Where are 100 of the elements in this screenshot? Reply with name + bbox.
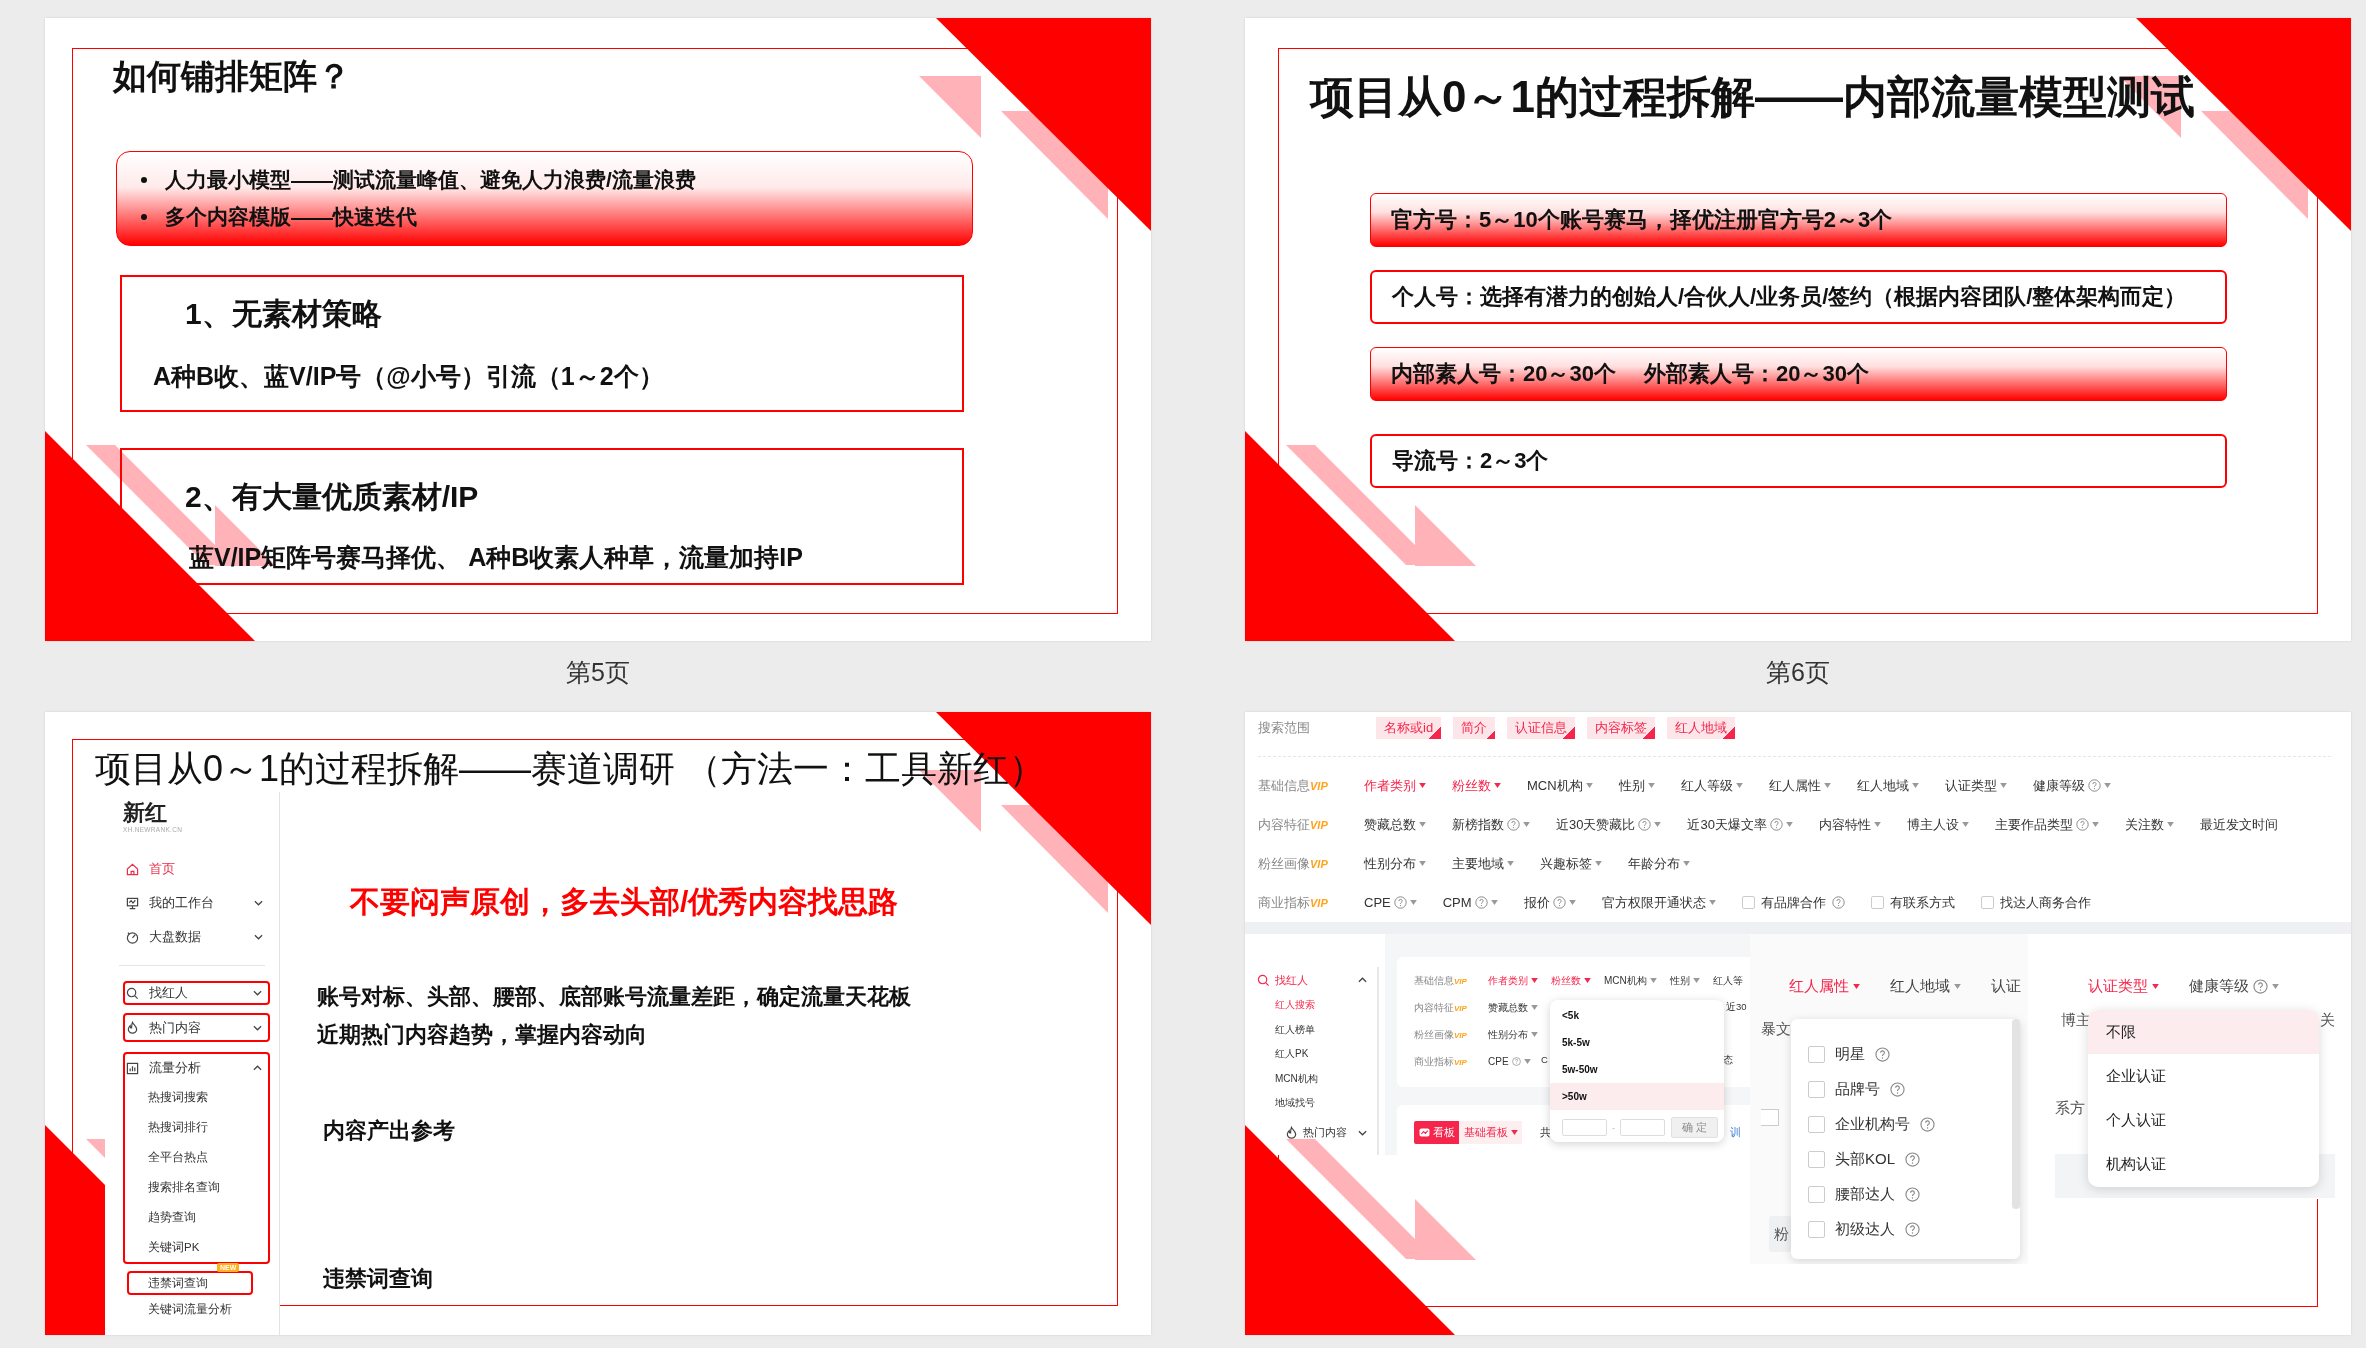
sidebar-subitem[interactable]: 红人榜单 [1245, 1017, 1377, 1042]
filter-dropdown[interactable]: 兴趣标签 [1540, 854, 1602, 873]
help-icon [1393, 896, 1407, 909]
filter-dropdown[interactable]: 红人属性 [1789, 976, 1860, 996]
filter-dropdown[interactable]: 关注数 [2124, 815, 2174, 834]
filter-dropdown[interactable]: 粉丝数 [1551, 973, 1591, 988]
filter-dropdown[interactable]: 红人等 [1712, 973, 1743, 988]
filter-dropdown[interactable]: 官方权限开通状态 [1601, 893, 1716, 912]
input-field[interactable] [1761, 1109, 1779, 1126]
view-dropdown[interactable]: 基础看板 [1459, 1121, 1522, 1144]
filter-dropdown[interactable]: MCN机构 [1527, 776, 1593, 795]
sidebar-subitem[interactable]: 违禁词查询 [127, 1271, 253, 1295]
slide-thumbnail[interactable]: 如何铺排矩阵？ 人力最小模型——测试流量峰值、避免人力浪费/流量浪费 多个内容模版——快速迭代 1、无素材策略 A种B收、蓝V/IP号（@小号）引流（1～2个） 2、有大量优质素材/IP 蓝V/IP矩阵号赛马择优、 A种B收素人种草，流量加持IP [45, 18, 1151, 641]
filter-dropdown[interactable]: 认证类型 [2088, 976, 2159, 996]
sidebar-subitem[interactable]: 地域找号 [1245, 1091, 1377, 1116]
filter-dropdown[interactable]: 性别分布 [1364, 854, 1426, 873]
filter-dropdown[interactable]: 性别分布 [1488, 1027, 1538, 1042]
sidebar-subitem[interactable]: 红人PK [1245, 1042, 1377, 1067]
checkbox[interactable] [1808, 1186, 1825, 1203]
filter-dropdown[interactable]: 认证类型 [1944, 776, 2007, 795]
filter-dropdown[interactable]: 博主人设 [1906, 815, 1969, 834]
checkbox-option[interactable]: 有联系方式 [1870, 893, 1955, 912]
filter-dropdown[interactable]: 红人属性 [1768, 776, 1831, 795]
filter-dropdown[interactable]: 近30天爆文率 [1687, 815, 1793, 834]
checkbox[interactable] [1808, 1081, 1825, 1098]
link[interactable]: 训 [1730, 1125, 1741, 1140]
home-icon [126, 862, 139, 876]
sidebar-subitem[interactable]: 趋势查询 [125, 1202, 268, 1232]
checkbox[interactable] [1808, 1221, 1825, 1238]
sidebar-subitem[interactable]: 搜索排名查询 [125, 1172, 268, 1202]
filter-dropdown[interactable]: 新榜指数 [1452, 815, 1530, 834]
checkbox[interactable] [1808, 1116, 1825, 1133]
caret-icon [2272, 983, 2279, 989]
filter-dropdown[interactable]: 性别 [1669, 973, 1700, 988]
sidebar-item[interactable]: 大盘数据 [105, 920, 279, 954]
filter-dropdown[interactable]: 主要作品类型 [1994, 815, 2099, 834]
filter-dropdown[interactable]: 粉丝数 [1452, 776, 1501, 795]
filter-dropdown[interactable]: 健康等级 [2189, 976, 2279, 996]
sidebar-item[interactable]: 热门内容 [123, 1013, 270, 1042]
menu-option[interactable]: 5k-5w [1550, 1029, 1724, 1056]
checkbox[interactable] [1808, 1151, 1825, 1168]
checkbox-option[interactable]: 找达人商务合作 [1980, 893, 2091, 912]
sidebar-subitem[interactable]: 热搜词搜索 [125, 1082, 268, 1112]
sidebar-subitem[interactable]: 红人搜索 [1245, 993, 1377, 1018]
checkbox-option[interactable]: 头部KOL [1791, 1142, 2020, 1177]
menu-option[interactable]: 不限 [2088, 1010, 2319, 1054]
filter-dropdown[interactable]: 最近发文时间 [2199, 815, 2278, 834]
sidebar-item[interactable]: 找红人 [123, 981, 270, 1005]
sidebar-item[interactable]: 热门内容 [1273, 1119, 1377, 1146]
checkbox[interactable] [1870, 896, 1884, 909]
checkbox[interactable] [1741, 896, 1755, 909]
sidebar-subitem[interactable]: 关键词PK [125, 1232, 268, 1262]
slide-thumbnail[interactable]: 项目从0～1的过程拆解——内部流量模型测试 官方号：5～10个账号赛马，择优注册官方号2～3个 个人号：选择有潜力的创始人/合伙人/业务员/签约（根据内容团队/整体架构而定） 内部素人号：20～30个 外部素人号：20～30个 导流号：2～3个 [1245, 18, 2351, 641]
input-field[interactable] [1620, 1119, 1665, 1136]
filter-dropdown[interactable]: CPM [1442, 895, 1498, 910]
filter-dropdown[interactable]: CPE [1488, 1056, 1531, 1067]
sidebar-subitem[interactable]: 关键词流量分析 [127, 1295, 253, 1323]
menu-option[interactable]: 企业认证 [2088, 1054, 2319, 1098]
filter-dropdown[interactable]: 作者类别 [1488, 973, 1538, 988]
sidebar-item[interactable]: 首页 [105, 852, 279, 886]
checkbox-option[interactable]: 品牌号 [1791, 1072, 2020, 1107]
filter-dropdown[interactable]: 报价 [1523, 893, 1576, 912]
sidebar-item[interactable]: 我的工作台 [105, 886, 279, 920]
filter-dropdown[interactable]: 性别 [1618, 776, 1655, 795]
menu-option[interactable]: 机构认证 [2088, 1142, 2319, 1186]
checkbox-option[interactable]: 腰部达人 [1791, 1177, 2020, 1212]
sidebar-item[interactable]: 找红人 [1245, 967, 1377, 993]
filter-dropdown[interactable]: 赞藏总数 [1488, 1000, 1538, 1015]
checkbox-option[interactable]: 初级达人 [1791, 1212, 2020, 1247]
filter-dropdown[interactable]: 年龄分布 [1628, 854, 1690, 873]
filter-dropdown[interactable]: 作者类别 [1364, 776, 1426, 795]
menu-option[interactable]: >50w [1550, 1083, 1724, 1110]
sidebar-subitem[interactable]: 全平台热点 [125, 1142, 268, 1172]
menu-option[interactable]: <5k [1550, 1002, 1724, 1029]
filter-dropdown[interactable]: 红人地域 [1856, 776, 1919, 795]
filter-dropdown[interactable]: 认证 [1991, 976, 2021, 996]
sidebar-subitem[interactable]: 热搜词排行 [125, 1112, 268, 1142]
menu-option[interactable]: 个人认证 [2088, 1098, 2319, 1142]
menu-option[interactable]: 5w-50w [1550, 1056, 1724, 1083]
filter-dropdown[interactable]: CPE [1364, 895, 1417, 910]
checkbox-option[interactable]: 企业机构号 [1791, 1107, 2020, 1142]
input-field[interactable] [1562, 1119, 1607, 1136]
filter-dropdown[interactable]: MCN机构 [1604, 973, 1657, 988]
filter-dropdown[interactable]: 内容特性 [1818, 815, 1881, 834]
slide-thumbnail[interactable] [1245, 712, 2351, 1335]
caret-icon [1873, 822, 1881, 827]
filter-dropdown[interactable]: 红人地域 [1890, 976, 1961, 996]
checkbox-option[interactable]: 有品牌合作 [1741, 893, 1845, 912]
board-tab[interactable]: 看板 [1414, 1121, 1459, 1144]
filter-dropdown[interactable]: 主要地域 [1452, 854, 1514, 873]
filter-dropdown[interactable]: 赞藏总数 [1364, 815, 1426, 834]
filter-dropdown[interactable]: 近30天赞藏比 [1556, 815, 1662, 834]
filter-dropdown[interactable]: 健康等级 [2032, 776, 2111, 795]
checkbox[interactable] [1808, 1046, 1825, 1063]
sidebar-subitem[interactable]: MCN机构 [1245, 1066, 1377, 1091]
checkbox[interactable] [1980, 896, 1994, 909]
filter-dropdown[interactable]: 红人等级 [1680, 776, 1743, 795]
scrollbar[interactable] [2012, 1019, 2020, 1209]
checkbox-option[interactable]: 明星 [1791, 1037, 2020, 1072]
sidebar-item[interactable]: 流量分析 [125, 1054, 268, 1082]
